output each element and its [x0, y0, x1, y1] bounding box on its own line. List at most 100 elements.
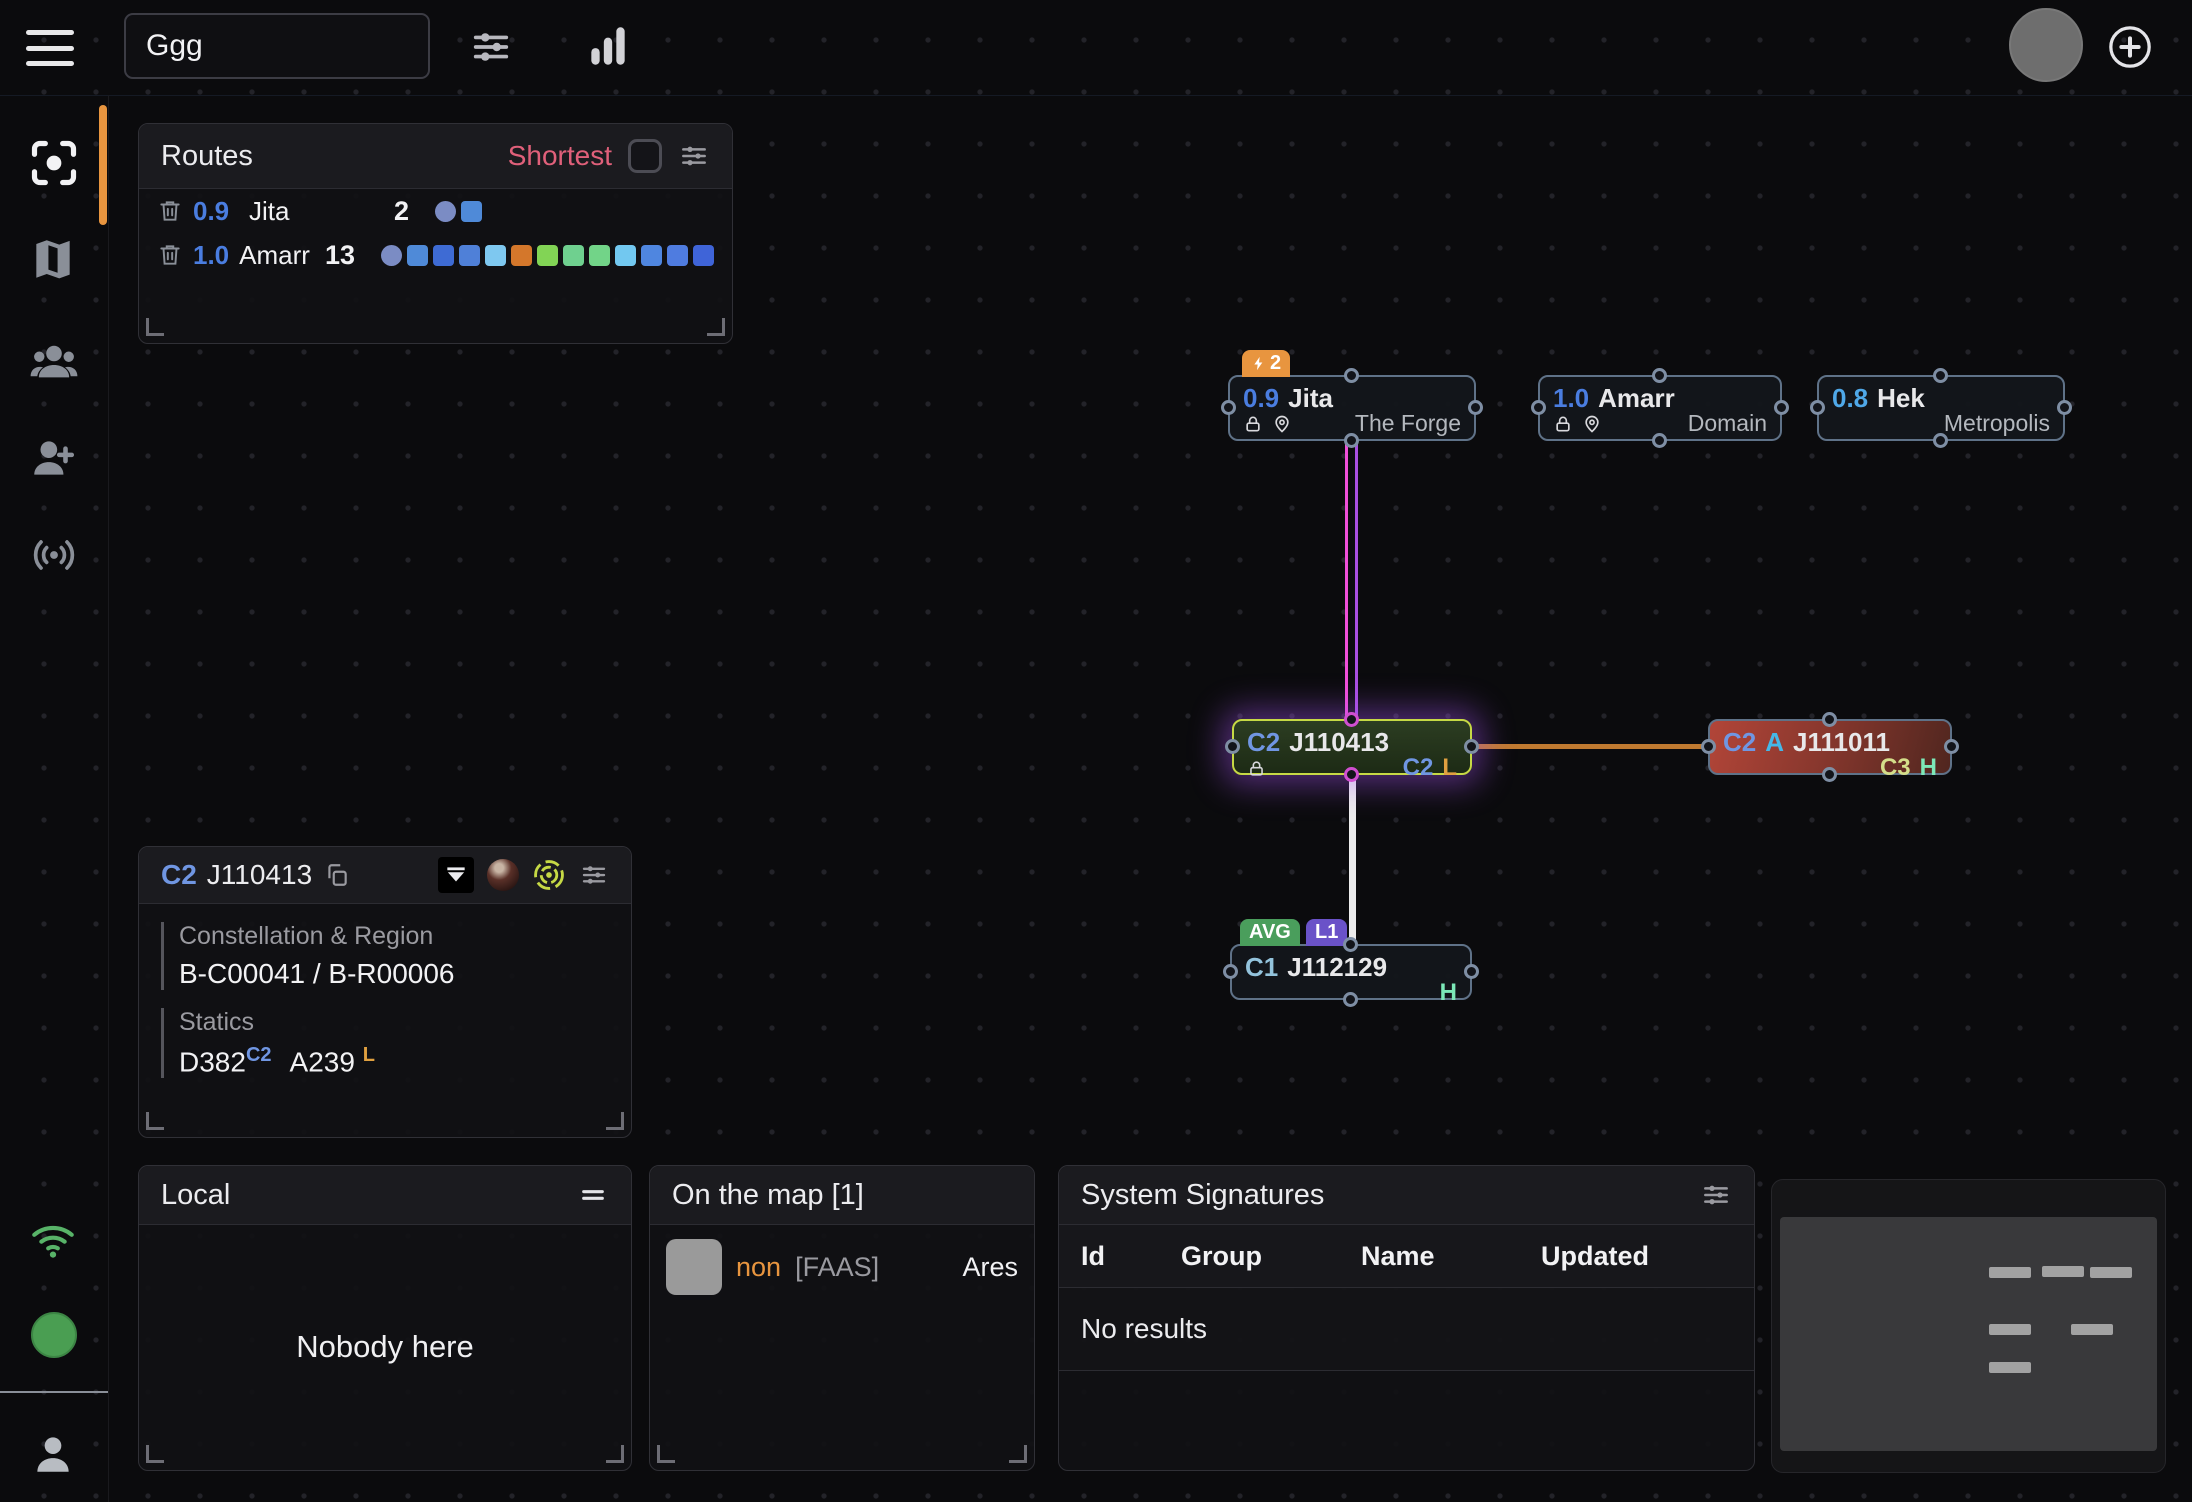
system-node-j111011[interactable]: C2 A J111011 C3 H [1708, 719, 1952, 775]
resize-handle[interactable] [146, 1112, 164, 1130]
connection-handle[interactable] [1464, 739, 1479, 754]
activity-badge: AVG [1240, 919, 1300, 946]
resize-handle[interactable] [146, 1445, 164, 1463]
characters-icon[interactable] [28, 334, 80, 386]
resize-handle[interactable] [606, 1112, 624, 1130]
connection-handle[interactable] [1344, 712, 1359, 727]
map-name: Ggg [146, 29, 203, 63]
signatures-settings-icon[interactable] [1700, 1179, 1732, 1211]
delete-route-icon[interactable] [157, 198, 183, 224]
column-updated[interactable]: Updated [1541, 1241, 1649, 1272]
connection-handle[interactable] [1810, 400, 1825, 415]
effect-target-icon[interactable] [532, 858, 566, 892]
connection-handle[interactable] [1464, 964, 1479, 979]
connection-handle[interactable] [1822, 767, 1837, 782]
routes-settings-icon[interactable] [678, 140, 710, 172]
column-group[interactable]: Group [1181, 1241, 1361, 1272]
map-settings-icon[interactable] [468, 24, 514, 70]
copy-icon[interactable] [324, 862, 350, 888]
signatures-header[interactable]: System Signatures [1059, 1166, 1754, 1225]
route-security: 0.9 [193, 196, 239, 227]
local-header[interactable]: Local [139, 1166, 631, 1225]
route-row[interactable]: 0.9 Jita 2 [139, 189, 732, 233]
connection-handle[interactable] [1652, 433, 1667, 448]
pilot-name: non [736, 1252, 781, 1283]
system-thumbnail[interactable] [487, 859, 519, 891]
map-select[interactable]: Ggg [124, 13, 430, 79]
connection-handle[interactable] [2057, 400, 2072, 415]
connection-handle[interactable] [1531, 400, 1546, 415]
static-leads-to: L [1442, 756, 1457, 780]
connection-handle[interactable] [1343, 937, 1358, 952]
system-node-j110413[interactable]: C2J110413 C2 L [1232, 719, 1472, 775]
user-icon[interactable] [28, 1429, 80, 1481]
connection-frigate[interactable] [1345, 440, 1358, 720]
route-jump-count: 13 [324, 240, 355, 271]
connection-handle[interactable] [1221, 400, 1236, 415]
add-icon[interactable] [2107, 24, 2153, 70]
system-info-header[interactable]: C2 J110413 [139, 847, 631, 904]
minimap-node [1989, 1324, 2031, 1335]
system-node-amarr[interactable]: 1.0Amarr Domain [1538, 375, 1782, 441]
connection-handle[interactable] [1344, 767, 1359, 782]
connection-handle[interactable] [1701, 739, 1716, 754]
map-pin-icon [1272, 414, 1292, 434]
wormhole-type-icon[interactable] [438, 857, 474, 893]
route-row[interactable]: 1.0 Amarr 13 [139, 233, 732, 277]
region-name: Metropolis [1944, 412, 2050, 435]
route-jump-count: 2 [365, 196, 409, 227]
connection-handle[interactable] [1652, 368, 1667, 383]
connection-handle[interactable] [1822, 712, 1837, 727]
system-name: J110413 [207, 859, 312, 891]
signatures-column-headers[interactable]: Id Group Name Updated [1059, 1225, 1754, 1288]
avatar[interactable] [2009, 8, 2083, 82]
connection-handle[interactable] [1933, 433, 1948, 448]
resize-handle[interactable] [606, 1445, 624, 1463]
system-node-j112129[interactable]: AVG L1 C1J112129 H [1230, 944, 1472, 1000]
system-name: J110413 [1289, 729, 1389, 756]
connection-handle[interactable] [1774, 400, 1789, 415]
connection-handle[interactable] [1223, 964, 1238, 979]
add-character-icon[interactable] [28, 433, 80, 485]
statics-value: D382C2A239 L [179, 1044, 631, 1078]
route-hop [511, 245, 532, 266]
lock-icon [1553, 414, 1573, 434]
resize-handle[interactable] [1009, 1445, 1027, 1463]
column-name[interactable]: Name [1361, 1241, 1541, 1272]
broadcast-icon[interactable] [28, 529, 80, 581]
connection-handle[interactable] [1344, 368, 1359, 383]
connection-handle[interactable] [1225, 739, 1240, 754]
local-menu-icon[interactable] [577, 1179, 609, 1211]
route-hop [563, 245, 584, 266]
delete-route-icon[interactable] [157, 242, 183, 268]
resize-handle[interactable] [707, 318, 725, 336]
route-hop [407, 245, 428, 266]
info-settings-icon[interactable] [579, 860, 609, 890]
connection-handle[interactable] [1944, 739, 1959, 754]
minimap-node [1989, 1362, 2031, 1373]
connection-handle[interactable] [1468, 400, 1483, 415]
pilot-row[interactable]: non [FAAS] Ares [650, 1225, 1034, 1309]
routes-panel: Routes Shortest 0.9 Jita 2 1.0 Amarr 13 [138, 123, 733, 344]
activity-stats-icon[interactable] [583, 20, 633, 72]
system-node-hek[interactable]: 0.8Hek Metropolis [1817, 375, 2065, 441]
connection-handle[interactable] [1933, 368, 1948, 383]
column-id[interactable]: Id [1081, 1241, 1181, 1272]
resize-handle[interactable] [146, 318, 164, 336]
connection-standard[interactable] [1349, 774, 1356, 946]
system-node-jita[interactable]: 2 0.9Jita The Forge [1228, 375, 1476, 441]
connection-eol[interactable] [1470, 744, 1710, 749]
on-the-map-header[interactable]: On the map [1] [650, 1166, 1034, 1225]
routes-header[interactable]: Routes Shortest [139, 124, 732, 189]
connection-handle[interactable] [1344, 433, 1359, 448]
map-icon[interactable] [28, 234, 80, 286]
connection-handle[interactable] [1343, 992, 1358, 1007]
menu-icon[interactable] [26, 30, 74, 66]
minimap-viewport[interactable] [1780, 1217, 2157, 1451]
track-focus-icon[interactable] [28, 137, 80, 189]
signatures-title: System Signatures [1081, 1179, 1324, 1212]
resize-handle[interactable] [657, 1445, 675, 1463]
static-class: C3 [1880, 756, 1911, 780]
route-mode-checkbox[interactable] [628, 139, 662, 173]
wormhole-class: C1 [1245, 954, 1278, 981]
